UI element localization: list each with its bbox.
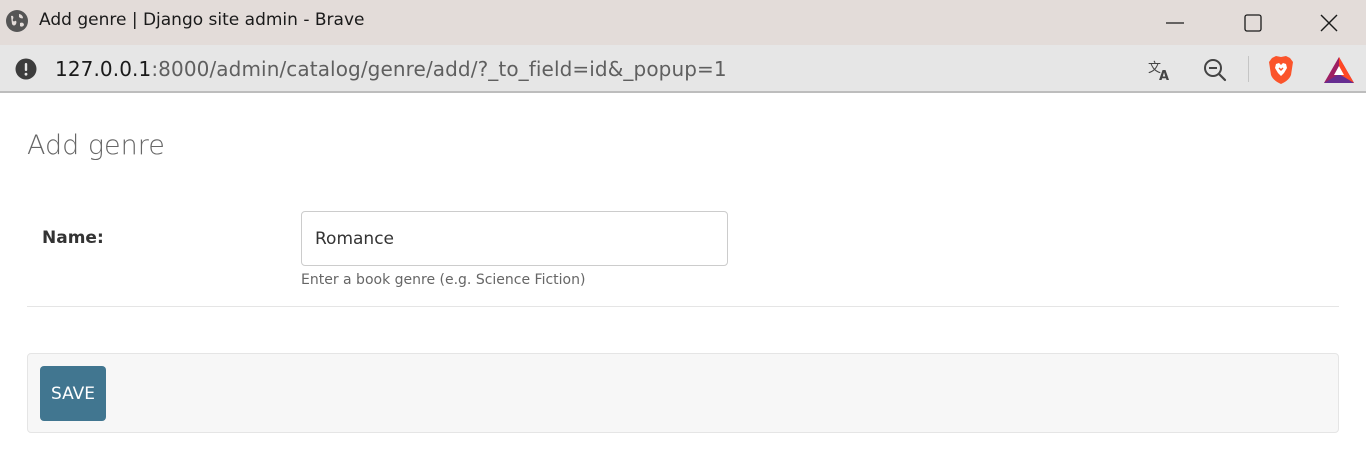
url-path: :8000/admin/catalog/genre/add/?_to_field… xyxy=(151,57,727,81)
brave-rewards-icon[interactable] xyxy=(1323,56,1355,84)
info-icon[interactable] xyxy=(15,58,37,80)
window-title: Add genre | Django site admin - Brave xyxy=(39,10,365,30)
minimize-button[interactable] xyxy=(1136,0,1214,45)
zoom-out-icon[interactable] xyxy=(1202,57,1228,83)
page-title: Add genre xyxy=(27,130,165,161)
translate-icon[interactable]: 文 A xyxy=(1147,57,1173,83)
name-label: Name: xyxy=(42,228,104,248)
admin-popup-page: Add genre Name: Enter a book genre (e.g.… xyxy=(0,95,1366,455)
window-titlebar: Add genre | Django site admin - Brave xyxy=(0,0,1366,45)
minimize-icon xyxy=(1166,21,1184,24)
globe-icon xyxy=(6,10,28,32)
address-bar: 127.0.0.1:8000/admin/catalog/genre/add/?… xyxy=(0,45,1366,93)
maximize-icon xyxy=(1244,13,1262,32)
save-button[interactable]: SAVE xyxy=(40,366,106,421)
svg-text:A: A xyxy=(1159,69,1169,83)
toolbar-separator xyxy=(1248,56,1249,82)
submit-row: SAVE xyxy=(27,353,1339,433)
name-help-text: Enter a book genre (e.g. Science Fiction… xyxy=(301,272,586,288)
close-button[interactable] xyxy=(1290,0,1366,45)
form-row-divider xyxy=(27,306,1339,307)
brave-shields-icon[interactable] xyxy=(1267,55,1295,85)
name-input[interactable] xyxy=(301,211,728,266)
maximize-button[interactable] xyxy=(1214,0,1292,45)
close-icon xyxy=(1320,14,1338,31)
url-host: 127.0.0.1 xyxy=(55,57,152,81)
url-field[interactable]: 127.0.0.1:8000/admin/catalog/genre/add/?… xyxy=(55,57,727,81)
